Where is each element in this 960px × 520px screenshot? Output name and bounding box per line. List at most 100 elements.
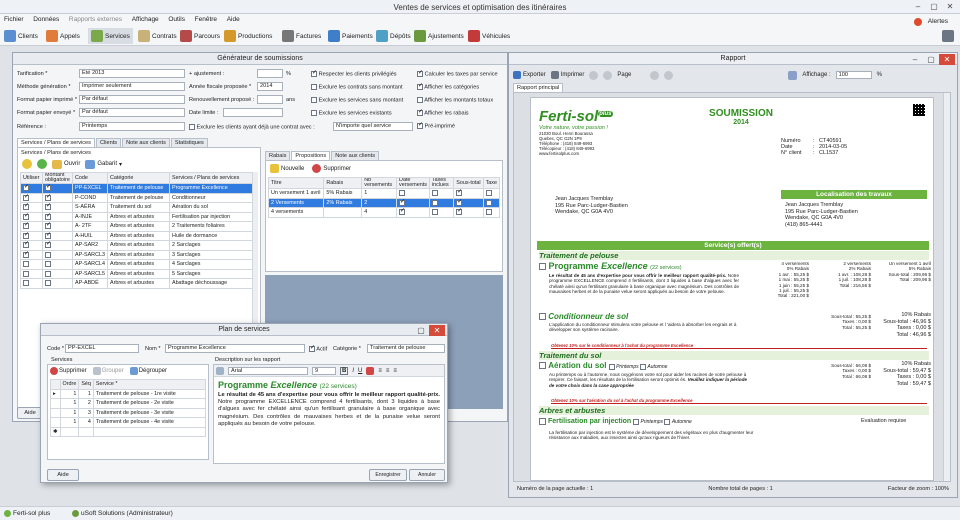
table-row[interactable]: S-AÉRATraitement du solAération du sol — [20, 202, 259, 213]
format-envoye-select[interactable]: Par défaut — [79, 108, 185, 117]
toolbar-factures[interactable]: Factures — [282, 28, 321, 44]
menu-rapports-externes[interactable]: Rapports externes — [65, 14, 126, 25]
mont-checkbox[interactable] — [45, 213, 51, 220]
service-checkbox[interactable] — [539, 263, 546, 271]
plan-supprimer-button[interactable]: Supprimer — [50, 367, 87, 375]
toolbar-productions[interactable]: Productions — [224, 28, 272, 44]
mont-checkbox[interactable] — [45, 222, 51, 230]
checkbox[interactable] — [311, 97, 317, 103]
annee-input[interactable]: 2014 — [257, 82, 283, 91]
menu-outils[interactable]: Outils — [164, 14, 189, 25]
tab-rabais[interactable]: Rabais — [265, 151, 291, 160]
use-cell[interactable] — [20, 240, 43, 251]
toolbar-parcours[interactable]: Parcours — [180, 28, 220, 44]
reference-input[interactable]: Printemps — [79, 122, 185, 131]
exclure-contrat-checkbox[interactable] — [189, 124, 195, 130]
checkbox[interactable] — [311, 84, 317, 90]
menu-aide[interactable]: Aide — [223, 14, 244, 25]
col-rabais[interactable]: Rabais — [323, 177, 363, 189]
use-checkbox[interactable] — [23, 270, 29, 277]
table-row[interactable]: 2 Versements 2% Rabais 2 — [267, 197, 501, 208]
use-checkbox[interactable] — [23, 194, 29, 201]
checkbox[interactable] — [417, 121, 423, 129]
mont-checkbox[interactable] — [45, 251, 51, 258]
table-row[interactable]: AP-ABDÉ Arbres et arbustes Abattage déchou… — [20, 278, 259, 289]
st-checkbox[interactable] — [456, 199, 462, 206]
add-icon[interactable] — [37, 159, 47, 169]
use-cell[interactable] — [20, 268, 43, 279]
table-row[interactable]: Un versement 1 avril 5% Rabais 1 — [267, 188, 501, 199]
col-seq[interactable]: Séq — [78, 379, 94, 390]
renouv-input[interactable] — [257, 95, 283, 104]
nouvelle-button[interactable]: Nouvelle — [270, 164, 304, 173]
use-cell[interactable] — [20, 221, 43, 232]
supprimer-button[interactable]: Supprimer — [312, 164, 351, 173]
mont-cell[interactable] — [42, 249, 73, 260]
maximize-button[interactable]: ▢ — [926, 1, 942, 12]
font-size-select[interactable]: 9 — [312, 366, 336, 375]
mont-checkbox[interactable] — [45, 241, 51, 249]
use-cell[interactable] — [20, 192, 43, 203]
use-checkbox[interactable] — [23, 213, 29, 220]
checkbox[interactable] — [311, 69, 317, 77]
bold-icon[interactable]: B — [340, 366, 349, 375]
mont-cell[interactable] — [42, 240, 73, 251]
date-cell[interactable] — [396, 207, 430, 218]
row-indicator[interactable]: ▸ — [50, 388, 61, 399]
st-cell[interactable] — [453, 207, 484, 218]
report-maximize-button[interactable]: ▢ — [923, 54, 939, 65]
taxes-cell[interactable] — [428, 197, 455, 208]
plan-maximize-button[interactable]: ▢ — [413, 325, 429, 336]
mont-checkbox[interactable] — [45, 261, 51, 268]
use-checkbox[interactable] — [23, 280, 29, 287]
st-cell[interactable] — [453, 197, 484, 208]
plan-aide-button[interactable]: Aide — [47, 469, 79, 481]
desc-content[interactable]: Programme Excellence (22 services) Le ré… — [218, 380, 440, 428]
row-indicator[interactable] — [50, 407, 61, 418]
minimize-button[interactable]: – — [910, 1, 926, 12]
mont-cell[interactable] — [42, 211, 73, 222]
tab-clients[interactable]: Clients — [95, 138, 122, 147]
grouper-button[interactable]: Grouper — [92, 367, 124, 375]
new-row[interactable]: ✱ — [50, 426, 207, 437]
checkbox[interactable] — [417, 108, 423, 116]
toolbar-paiements[interactable]: Paiements — [328, 28, 373, 44]
mont-cell[interactable] — [42, 202, 73, 213]
taxe-cell[interactable] — [482, 197, 501, 208]
mont-cell[interactable] — [42, 192, 73, 203]
prev-page-icon[interactable] — [603, 70, 613, 80]
imprimer-button[interactable]: Imprimer — [550, 71, 584, 79]
table-row[interactable]: PP-EXCELTraitement de pelouseProgramme E… — [20, 183, 259, 194]
report-close-button[interactable]: ✕ — [939, 54, 955, 65]
checkbox[interactable] — [417, 69, 423, 77]
next-page-icon[interactable] — [650, 70, 660, 80]
taxe-cell[interactable] — [482, 207, 501, 218]
option-excl-services-montant[interactable]: Exclure les services sans montant — [311, 97, 403, 103]
empty-cell[interactable] — [92, 426, 207, 437]
option-excl-contrats[interactable]: Exclure les contrats sans montant — [311, 84, 403, 90]
taxe-checkbox[interactable] — [485, 190, 492, 197]
mont-cell[interactable] — [42, 268, 73, 279]
use-cell[interactable] — [20, 249, 43, 260]
tab-services[interactable]: Services / Plans de services — [17, 138, 95, 147]
mont-checkbox[interactable] — [45, 194, 51, 201]
ajustement-input[interactable] — [257, 69, 283, 78]
affichage-select[interactable]: 100 — [835, 71, 872, 79]
actif-row[interactable]: Actif — [309, 344, 327, 352]
toolbar-depots[interactable]: Dépôts — [376, 28, 411, 44]
report-minimize-button[interactable]: – — [907, 54, 923, 65]
code-input[interactable]: PP-EXCEL — [65, 344, 139, 353]
mont-cell[interactable] — [42, 230, 73, 241]
date-cell[interactable] — [396, 188, 430, 199]
col-service[interactable]: Services / Plans de services — [168, 172, 259, 184]
row-indicator[interactable] — [50, 398, 61, 409]
use-checkbox[interactable] — [23, 184, 29, 192]
new-icon[interactable] — [22, 159, 32, 169]
mont-checkbox[interactable] — [45, 280, 51, 287]
enregistrer-button[interactable]: Enregistrer — [369, 469, 407, 481]
categorie-select[interactable]: Traitement de pelouse — [367, 344, 445, 353]
use-checkbox[interactable] — [23, 241, 29, 249]
date-checkbox[interactable] — [399, 208, 405, 216]
col-ordre[interactable]: Ordre — [59, 379, 80, 390]
italic-icon[interactable]: I — [352, 368, 354, 374]
